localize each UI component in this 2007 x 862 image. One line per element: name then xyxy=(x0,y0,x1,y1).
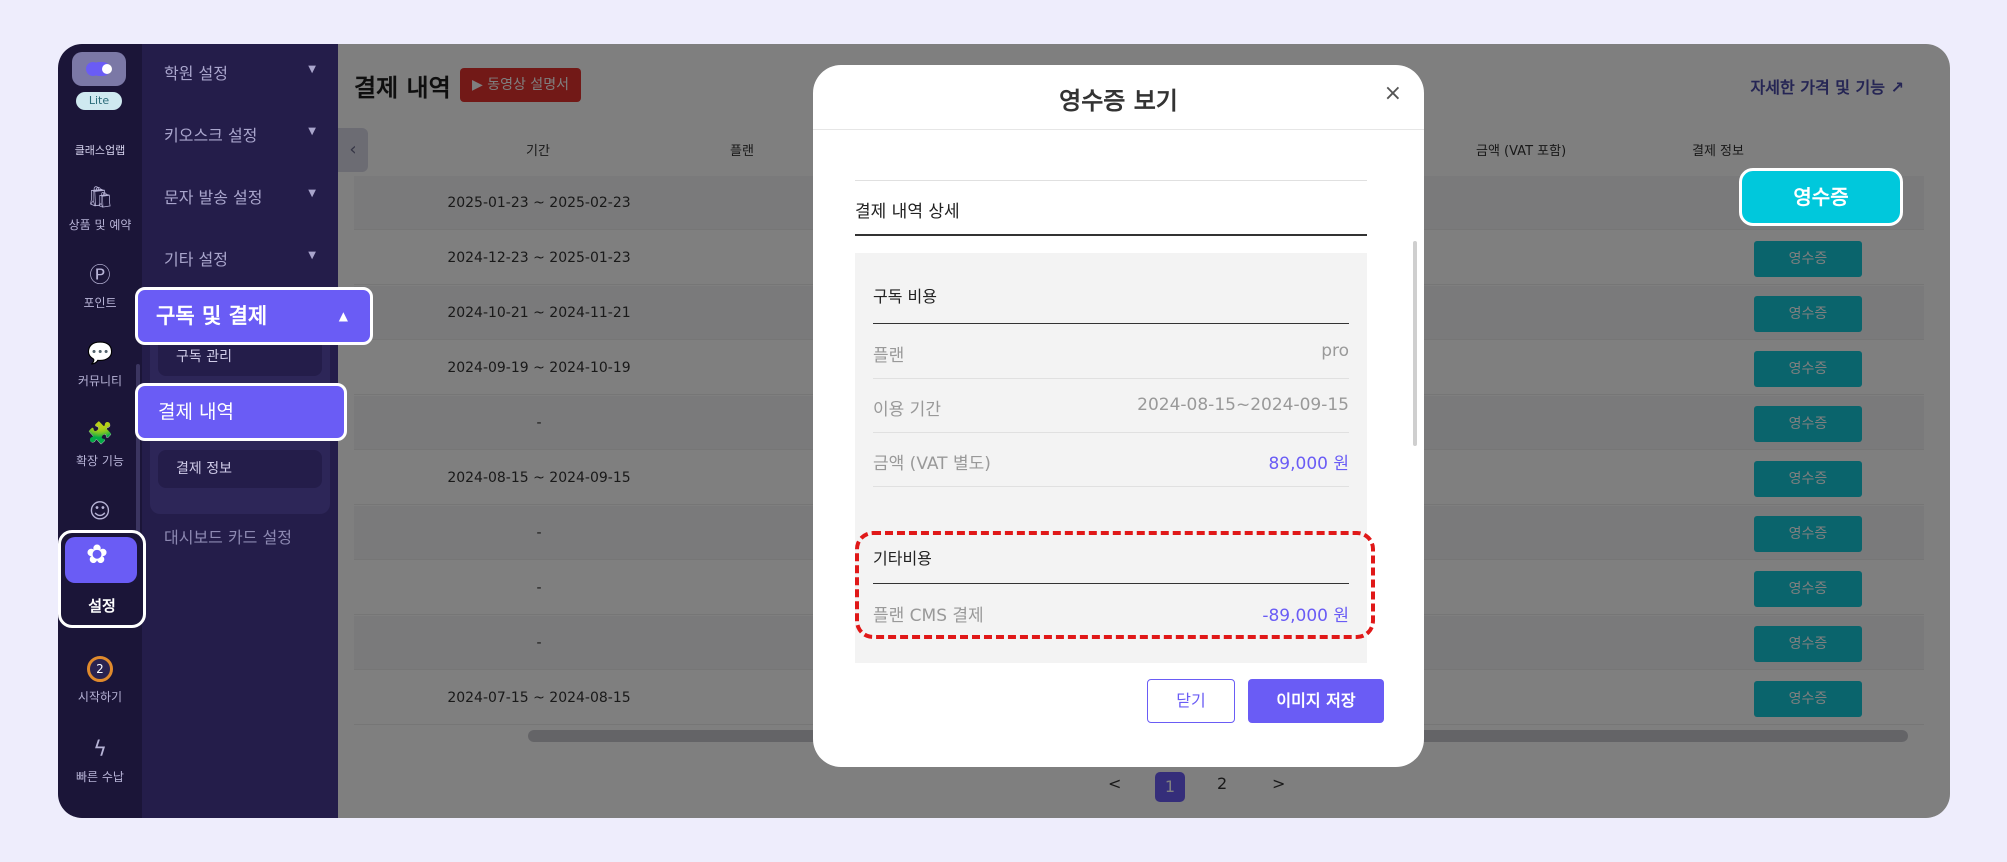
gear-icon: ✿ xyxy=(86,540,108,570)
modal-title: 영수증 보기 xyxy=(1059,87,1178,115)
detail-row-period: 이용 기간 2024-08-15~2024-09-15 xyxy=(873,379,1349,433)
toggle-icon xyxy=(72,52,126,86)
rail-item-extensions[interactable]: 🧩 확장 기능 xyxy=(58,420,142,469)
row-label: 금액 (VAT 별도) xyxy=(873,454,991,474)
caret-down-icon: ▼ xyxy=(308,64,316,75)
detail-row-plan: 플랜 pro xyxy=(873,325,1349,379)
rail-item-face[interactable]: ☺ xyxy=(58,498,142,530)
caret-down-icon: ▼ xyxy=(308,126,316,137)
modal-divider xyxy=(813,129,1424,130)
rail-item-community[interactable]: 💬 커뮤니티 xyxy=(58,340,142,389)
rail-item-label: 빠른 수납 xyxy=(76,770,124,784)
progress-badge-icon: 2 xyxy=(87,656,113,682)
shopping-bag-icon: 🛍 xyxy=(87,185,114,209)
nav-label: 구독 및 결제 xyxy=(156,304,268,328)
lightning-icon: ϟ xyxy=(93,737,107,761)
chat-icon: 💬 xyxy=(87,341,114,365)
close-icon[interactable]: × xyxy=(1384,81,1402,106)
detail-row-amount: 금액 (VAT 별도) 89,000 원 xyxy=(873,433,1349,487)
rail-item-label: 포인트 xyxy=(83,296,117,310)
nav-payment-info[interactable]: 결제 정보 xyxy=(158,450,322,488)
nav-academy-settings[interactable]: 학원 설정 ▼ xyxy=(164,60,316,84)
save-image-button[interactable]: 이미지 저장 xyxy=(1248,679,1384,723)
rail-item-products[interactable]: 🛍 상품 및 예약 xyxy=(58,184,142,233)
nav-kiosk-settings[interactable]: 키오스크 설정 ▼ xyxy=(164,122,316,146)
brand-name: 클래스업랩 xyxy=(74,144,126,157)
row-label: 플랜 xyxy=(873,346,905,366)
face-icon: ☺ xyxy=(89,499,111,523)
close-button[interactable]: 닫기 xyxy=(1147,679,1235,723)
row-value: 2024-08-15~2024-09-15 xyxy=(1137,395,1349,415)
rail-item-label: 상품 및 예약 xyxy=(68,218,132,232)
section-title: 결제 내역 상세 xyxy=(855,202,960,222)
rail-item-label: 커뮤니티 xyxy=(77,374,123,388)
subscription-cost-title: 구독 비용 xyxy=(873,287,937,306)
nav-dashboard-card[interactable]: 대시보드 카드 설정 xyxy=(164,524,292,548)
rail-item-points[interactable]: Ⓟ 포인트 xyxy=(58,262,142,311)
lite-badge: Lite xyxy=(76,92,122,110)
nav-label: 학원 설정 xyxy=(164,64,228,83)
section-divider xyxy=(855,234,1367,236)
subscription-divider xyxy=(873,323,1349,324)
row-label: 이용 기간 xyxy=(873,400,941,420)
caret-down-icon: ▼ xyxy=(308,250,316,261)
rail-item-quick-pay[interactable]: ϟ 빠른 수납 xyxy=(58,736,142,785)
settings-label: 설정 xyxy=(88,597,116,615)
section-top-divider xyxy=(855,180,1367,181)
icon-rail: Lite 클래스업랩 🛍 상품 및 예약 Ⓟ 포인트 💬 커뮤니티 🧩 확장 기… xyxy=(58,44,142,818)
brand-logo[interactable]: Lite xyxy=(72,52,126,126)
nav-other-settings[interactable]: 기타 설정 ▼ xyxy=(164,246,316,270)
rail-item-label: 확장 기능 xyxy=(76,454,124,468)
nav-label: 키오스크 설정 xyxy=(164,126,258,145)
row-value: 89,000 원 xyxy=(1268,454,1349,474)
nav-label: 문자 발송 설정 xyxy=(164,188,263,207)
rail-item-start[interactable]: 2 시작하기 xyxy=(58,656,142,705)
highlight-dashed-box xyxy=(855,531,1375,639)
receipt-button-highlighted[interactable]: 영수증 xyxy=(1739,168,1903,226)
rail-item-settings[interactable]: ✿ 설정 xyxy=(58,530,146,628)
point-icon: Ⓟ xyxy=(89,263,111,287)
nav-label: 기타 설정 xyxy=(164,250,228,269)
receipt-modal: 영수증 보기 × 결제 내역 상세 구독 비용 플랜 pro 이용 기간 202… xyxy=(813,65,1424,767)
caret-down-icon: ▼ xyxy=(308,188,316,199)
rail-item-label: 시작하기 xyxy=(77,690,123,704)
nav-subscription-payment[interactable]: 구독 및 결제 ▲ xyxy=(135,287,373,345)
puzzle-icon: 🧩 xyxy=(87,421,114,445)
modal-scrollbar[interactable] xyxy=(1413,241,1417,446)
nav-payment-history[interactable]: 결제 내역 xyxy=(135,383,347,441)
caret-up-icon: ▲ xyxy=(338,309,348,323)
row-value: pro xyxy=(1321,341,1349,361)
nav-sms-settings[interactable]: 문자 발송 설정 ▼ xyxy=(164,184,316,208)
